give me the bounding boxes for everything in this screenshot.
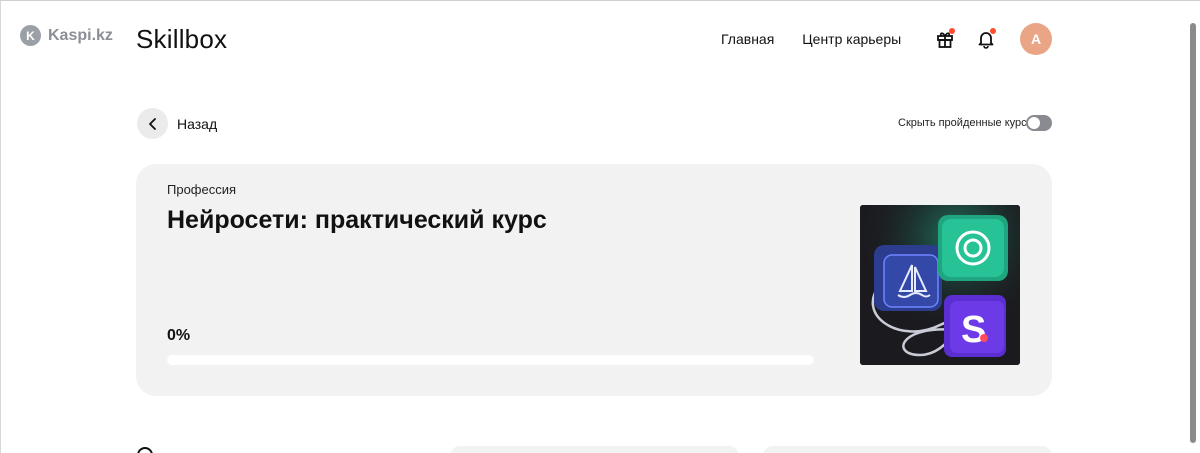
gift-button[interactable] xyxy=(934,28,956,50)
gift-notification-dot xyxy=(949,28,955,34)
kaspi-watermark: K Kaspi.kz xyxy=(20,25,113,46)
hide-completed-label: Скрыть пройденные курсы xyxy=(898,117,1035,129)
progress-bar xyxy=(167,355,814,365)
page: K Kaspi.kz Skillbox Главная Центр карьер… xyxy=(0,0,1200,453)
top-nav: Главная Центр карьеры xyxy=(721,31,901,47)
svg-text:S: S xyxy=(961,309,986,351)
progress-percent: 0% xyxy=(167,327,191,344)
brand-logo[interactable]: Skillbox xyxy=(136,24,227,55)
back-button[interactable] xyxy=(137,108,168,139)
course-cover-art: S xyxy=(860,205,1020,365)
next-card-2[interactable] xyxy=(763,446,1052,453)
toggle-knob xyxy=(1028,117,1040,129)
course-kind: Профессия xyxy=(167,182,237,197)
scrollbar-thumb[interactable] xyxy=(1190,23,1196,443)
nav-item-home[interactable]: Главная xyxy=(721,31,774,47)
next-card-1[interactable] xyxy=(450,446,739,453)
kaspi-label: Kaspi.kz xyxy=(48,26,113,44)
next-section-heading-glyph xyxy=(137,447,153,453)
course-card[interactable]: Профессия Нейросети: практический курс 0… xyxy=(136,164,1052,396)
course-cover-image: S xyxy=(860,205,1020,365)
bell-notification-dot xyxy=(990,28,996,34)
chevron-left-icon xyxy=(148,117,156,130)
notifications-button[interactable] xyxy=(975,28,997,50)
hide-completed-toggle[interactable] xyxy=(1026,115,1052,131)
course-title: Нейросети: практический курс xyxy=(167,206,547,234)
nav-item-career-center[interactable]: Центр карьеры xyxy=(802,31,901,47)
back-label[interactable]: Назад xyxy=(177,116,217,132)
kaspi-logo-icon: K xyxy=(20,25,41,46)
avatar[interactable]: A xyxy=(1020,23,1052,55)
